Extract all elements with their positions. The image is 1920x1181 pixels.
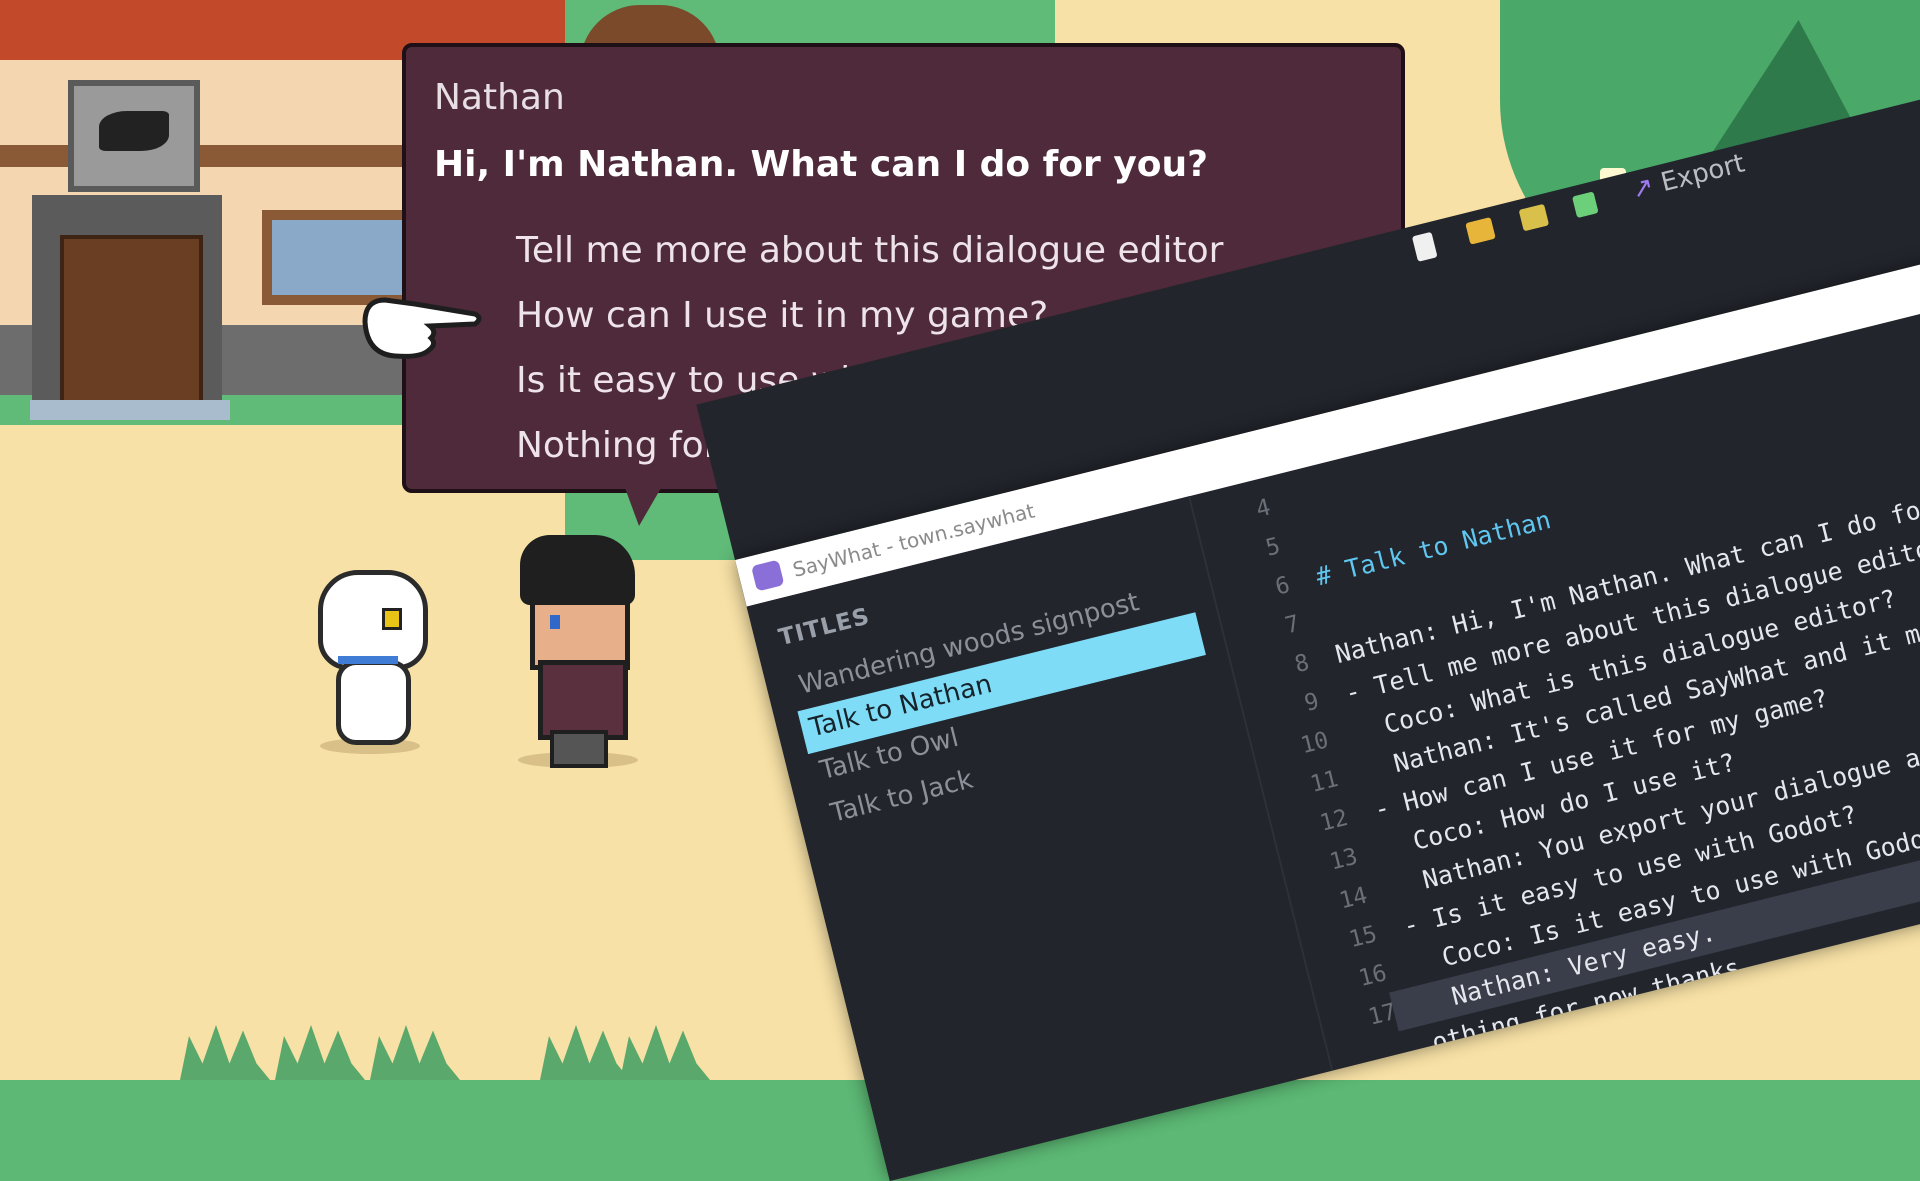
response-option[interactable]: Tell me more about this dialogue editor (516, 225, 1223, 290)
nathan-eye (550, 615, 560, 629)
pointing-hand-icon (362, 297, 482, 359)
nathan-body (538, 660, 628, 740)
saywhat-app-icon (751, 559, 785, 592)
nathan-hair (520, 535, 635, 605)
dialogue-balloon-tail (625, 488, 661, 526)
grass-tufts (180, 1020, 710, 1080)
sign-emblem-icon (99, 111, 169, 151)
cat-head (318, 570, 428, 670)
cat-eye (382, 608, 402, 630)
grass-tuft (275, 1025, 365, 1080)
grass-tuft (370, 1025, 460, 1080)
cat-body (336, 660, 411, 745)
door-step (30, 400, 230, 420)
grass-tuft (180, 1025, 270, 1080)
cat-collar (338, 656, 398, 664)
speaker-name: Nathan (434, 77, 565, 118)
cat-character (318, 570, 428, 745)
grass-tuft (620, 1025, 710, 1080)
house-window (262, 210, 422, 305)
shop-sign (68, 80, 200, 192)
titles-heading: TITLES (776, 603, 873, 652)
dialogue-line: Hi, I'm Nathan. What can I do for you? (434, 144, 1209, 185)
nathan-legs (550, 730, 608, 768)
house-door (60, 235, 203, 413)
grass-tuft (540, 1025, 630, 1080)
nathan-character (520, 535, 635, 768)
